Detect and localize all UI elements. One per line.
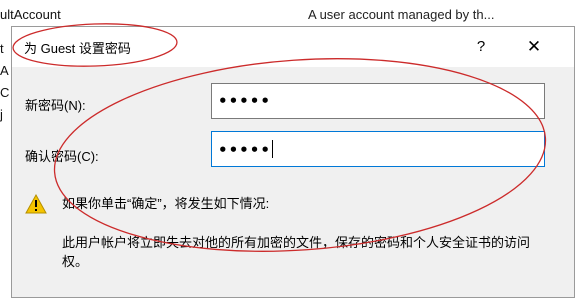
account-name: ultAccount <box>0 7 61 22</box>
confirm-password-label: 确认密码(C): <box>25 149 99 164</box>
confirm-password-value: ••••• <box>218 141 271 159</box>
confirm-password-field[interactable]: ••••• <box>211 131 545 167</box>
set-password-dialog: 为 Guest 设置密码 ? ✕ 新密码(N): ••••• 确认密码(C): … <box>11 26 575 298</box>
warning-icon <box>25 194 47 214</box>
warning-body: 此用户帐户将立即失去对他的所有加密的文件，保存的密码和个人安全证书的访问权。 <box>62 235 531 269</box>
new-password-field[interactable]: ••••• <box>211 83 545 119</box>
help-button[interactable]: ? <box>467 33 495 61</box>
new-password-value: ••••• <box>218 92 271 110</box>
new-password-label: 新密码(N): <box>25 98 86 113</box>
warning-title: 如果你单击“确定”，将发生如下情况: <box>62 196 270 211</box>
dialog-titlebar[interactable]: 为 Guest 设置密码 ? ✕ <box>12 27 574 67</box>
text-caret <box>271 140 273 158</box>
dialog-title: 为 Guest 设置密码 <box>24 41 131 56</box>
close-button[interactable]: ✕ <box>518 33 550 61</box>
account-description: A user account managed by th... <box>308 7 495 22</box>
